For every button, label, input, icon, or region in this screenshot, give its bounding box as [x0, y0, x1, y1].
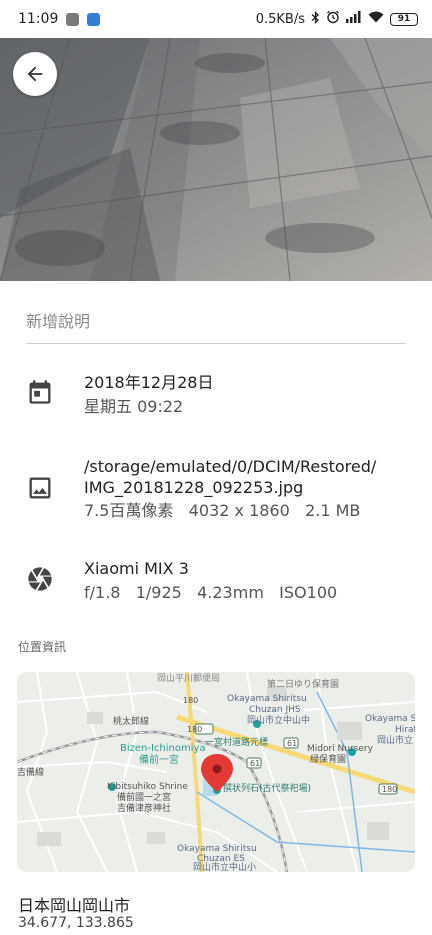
map-label-road-sign: 一宮村道路元標 — [205, 738, 269, 748]
map-label-shrine-ja2: 吉備津彦神社 — [117, 804, 172, 814]
calendar-icon — [29, 380, 51, 404]
signal-icon — [346, 11, 362, 27]
line-icon — [66, 12, 80, 26]
aperture-icon — [28, 567, 52, 591]
file-details: 7.5百萬像素 4032 x 1860 2.1 MB — [84, 499, 360, 523]
description-input[interactable] — [26, 308, 406, 344]
map-route-180a: 180 — [183, 696, 199, 705]
map-label-school1-en: Okayama Shiritsu — [227, 694, 307, 704]
map-label-top-right: 第二日ゆり保育園 — [267, 680, 340, 690]
megapixels: 7.5百萬像素 — [84, 501, 174, 520]
map-label-school3-ja: 岡山市立中山小 — [193, 863, 257, 872]
map-label-school1-ja: 岡山市立中山中 — [247, 716, 311, 726]
arrow-left-icon — [27, 66, 43, 82]
iso: ISO100 — [279, 583, 338, 602]
map-label-school1-en2: Chuzan JHS — [249, 705, 301, 715]
map-label-station-ja: 備前一宮 — [139, 755, 179, 766]
map-label-shrine-en: Kibitsuhiko Shrine — [107, 782, 188, 792]
map-label-nursery-en: Midori Nursery — [307, 744, 373, 754]
alarm-icon — [326, 10, 340, 28]
map-label-school2-en2: Hirat — [395, 725, 415, 735]
file-size: 2.1 MB — [305, 501, 361, 520]
shutter-speed: 1/925 — [135, 583, 182, 602]
map-label-line-name: 桃太郎線 — [113, 717, 150, 727]
aperture: f/1.8 — [84, 583, 121, 602]
map-pin-icon — [201, 754, 233, 792]
map-label-nursery-ja: 緑保育園 — [310, 755, 347, 765]
photo-preview[interactable] — [0, 38, 432, 281]
file-path-line2: IMG_20181228_092253.jpg — [84, 478, 304, 497]
network-speed: 0.5KB/s — [255, 11, 305, 27]
map-label-station-en: Bizen-Ichinomiya — [120, 743, 206, 754]
resolution: 4032 x 1860 — [188, 501, 290, 520]
camera-settings: f/1.8 1/925 4.23mm ISO100 — [84, 581, 337, 605]
map-route-180c: 180 — [382, 785, 398, 794]
map-route-61b: 61 — [250, 759, 261, 768]
bluetooth-icon — [311, 10, 320, 28]
map-label-school2-ja: 岡山市立 — [377, 736, 414, 746]
camera-model: Xiaomi MIX 3 — [84, 559, 189, 578]
map-label-post-office: 岡山平川郵便局 — [157, 674, 221, 684]
map-label-poi: 撰状列石(古代祭祀場) — [223, 784, 312, 794]
back-button[interactable] — [13, 52, 57, 96]
map-label-shrine-ja1: 備前國一之宮 — [117, 793, 172, 803]
map-route-180b: 180 — [187, 725, 203, 734]
status-bar: 11:09 0.5KB/s 91 — [0, 0, 432, 38]
app-icon — [87, 12, 101, 26]
image-icon — [29, 477, 51, 499]
map-label-school2-en: Okayama Sh — [365, 714, 415, 724]
status-time: 11:09 — [18, 11, 59, 27]
map-route-61a: 61 — [287, 739, 298, 748]
wifi-icon — [368, 11, 384, 27]
location-address: 日本岡山岡山市 — [18, 896, 131, 915]
location-map[interactable]: 岡山平川郵便局 第二日ゆり保育園 Okayama Shiritsu Chuzan… — [17, 672, 415, 872]
map-label-line2: 吉備線 — [17, 768, 45, 778]
location-section-label: 位置資訊 — [18, 640, 67, 654]
location-coordinates: 34.677, 133.865 — [18, 915, 134, 931]
focal-length: 4.23mm — [197, 583, 264, 602]
battery-icon: 91 — [390, 12, 418, 26]
map-label-school3-en: Okayama Shiritsu — [177, 844, 257, 854]
date-text: 2018年12月28日 — [84, 373, 214, 392]
day-time-text: 星期五 09:22 — [84, 397, 184, 416]
